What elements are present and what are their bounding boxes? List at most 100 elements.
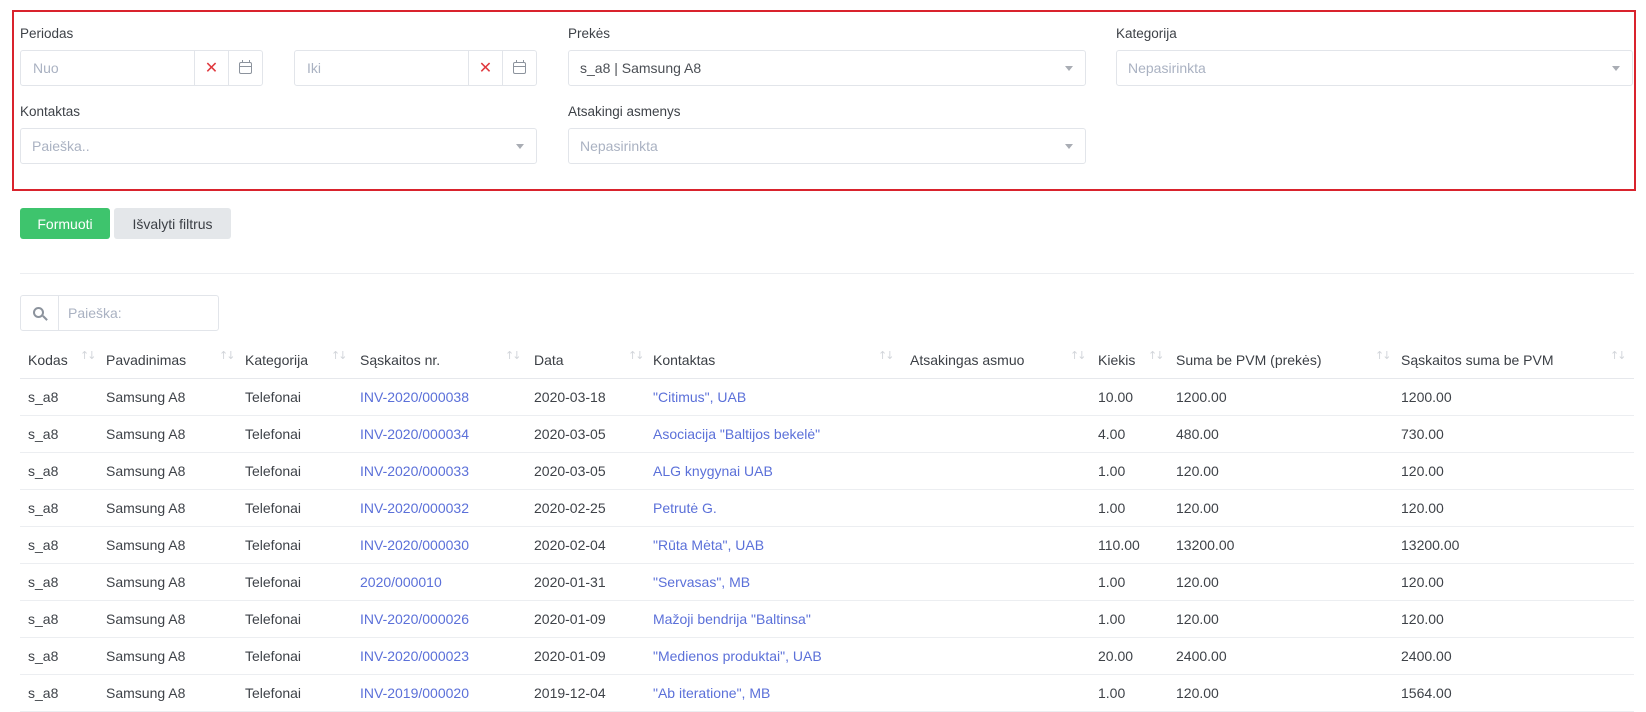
periodas-label: Periodas: [20, 26, 74, 41]
cell-kodas: s_a8: [28, 574, 59, 590]
cell-kodas: s_a8: [28, 648, 59, 664]
cell-saskaitos-nr-link[interactable]: INV-2020/000034: [360, 426, 469, 442]
cell-kontaktas-link[interactable]: "Medienos produktai", UAB: [653, 648, 822, 664]
chevron-down-icon: [1065, 143, 1073, 149]
sort-icon[interactable]: ↑↓: [505, 349, 522, 362]
cell-kategorija: Telefonai: [245, 648, 302, 664]
results-table: Kodas ↑↓ Pavadinimas ↑↓ Kategorija ↑↓ Sąskaito…: [20, 342, 1634, 712]
header-col-atsakingas[interactable]: Atsakingas asmuo: [910, 352, 1024, 368]
cell-saskaitos-suma: 120.00: [1401, 611, 1444, 627]
cell-kontaktas-link[interactable]: Mažoji bendrija "Baltinsa": [653, 611, 811, 627]
cell-kontaktas-link[interactable]: Petrutė G.: [653, 500, 717, 516]
generate-button[interactable]: Formuoti: [20, 208, 110, 239]
sort-icon[interactable]: ↑↓: [1610, 349, 1627, 362]
search-icon: [33, 306, 44, 318]
header-col-data[interactable]: Data: [534, 352, 564, 368]
table-body: s_a8 Samsung A8 Telefonai INV-2020/000038 20…: [20, 379, 1634, 712]
cell-saskaitos-nr-link[interactable]: INV-2020/000030: [360, 537, 469, 553]
cell-pavadinimas: Samsung A8: [106, 500, 186, 516]
cell-kiekis: 1.00: [1098, 500, 1126, 516]
date-to-field[interactable]: Iki ✕: [294, 50, 537, 86]
header-col-kategorija[interactable]: Kategorija: [245, 352, 308, 368]
header-col-saskaitos-nr[interactable]: Sąskaitos nr.: [360, 352, 440, 368]
chevron-down-icon: [516, 143, 524, 149]
header-col-kodas[interactable]: Kodas: [28, 352, 68, 368]
calendar-to-button[interactable]: [502, 51, 536, 85]
cell-pavadinimas: Samsung A8: [106, 611, 186, 627]
kontaktas-select[interactable]: Paieška..: [20, 128, 537, 164]
date-to-input[interactable]: Iki: [295, 60, 468, 76]
sort-icon[interactable]: ↑↓: [1148, 349, 1165, 362]
date-from-input[interactable]: Nuo: [21, 60, 194, 76]
cell-pavadinimas: Samsung A8: [106, 648, 186, 664]
cell-kodas: s_a8: [28, 426, 59, 442]
cell-kontaktas-link[interactable]: "Servasas", MB: [653, 574, 750, 590]
header-col-kiekis[interactable]: Kiekis: [1098, 352, 1135, 368]
kategorija-placeholder: Nepasirinkta: [1128, 60, 1206, 76]
cell-kodas: s_a8: [28, 500, 59, 516]
kategorija-select[interactable]: Nepasirinkta: [1116, 50, 1633, 86]
chevron-down-icon: [1065, 65, 1073, 71]
cell-kiekis: 110.00: [1098, 537, 1140, 553]
cell-data: 2019-12-04: [534, 685, 606, 701]
sort-icon[interactable]: ↑↓: [628, 349, 645, 362]
atsakingi-select[interactable]: Nepasirinkta: [568, 128, 1086, 164]
cell-suma-prekes: 120.00: [1176, 463, 1219, 479]
header-col-saskaitos-suma[interactable]: Sąskaitos suma be PVM: [1401, 352, 1554, 368]
kategorija-label: Kategorija: [1116, 26, 1177, 41]
cell-data: 2020-01-09: [534, 611, 606, 627]
cell-kontaktas-link[interactable]: "Ab iteratione", MB: [653, 685, 770, 701]
cell-kategorija: Telefonai: [245, 463, 302, 479]
search-input[interactable]: Paieška:: [59, 305, 122, 321]
cell-kontaktas-link[interactable]: "Citimus", UAB: [653, 389, 746, 405]
sort-icon[interactable]: ↑↓: [1070, 349, 1087, 362]
cell-suma-prekes: 480.00: [1176, 426, 1219, 442]
atsakingi-placeholder: Nepasirinkta: [580, 138, 658, 154]
cell-suma-prekes: 120.00: [1176, 611, 1219, 627]
table-row: s_a8 Samsung A8 Telefonai INV-2020/000033 20…: [20, 453, 1634, 490]
cell-saskaitos-suma: 730.00: [1401, 426, 1444, 442]
cell-suma-prekes: 120.00: [1176, 685, 1219, 701]
search-icon-box: [21, 296, 59, 330]
clear-date-to-button[interactable]: ✕: [468, 51, 502, 85]
cell-pavadinimas: Samsung A8: [106, 574, 186, 590]
cell-kodas: s_a8: [28, 389, 59, 405]
table-row: s_a8 Samsung A8 Telefonai INV-2020/000038 20…: [20, 379, 1634, 416]
close-icon: ✕: [478, 58, 493, 77]
prekes-select[interactable]: s_a8 | Samsung A8: [568, 50, 1086, 86]
cell-data: 2020-03-05: [534, 463, 606, 479]
cell-saskaitos-suma: 120.00: [1401, 574, 1444, 590]
table-row: s_a8 Samsung A8 Telefonai 2020/000010 2020-0…: [20, 564, 1634, 601]
date-from-field[interactable]: Nuo ✕: [20, 50, 263, 86]
cell-saskaitos-nr-link[interactable]: INV-2020/000038: [360, 389, 469, 405]
prekes-selected-value: s_a8 | Samsung A8: [580, 60, 702, 76]
sort-icon[interactable]: ↑↓: [80, 349, 97, 362]
cell-saskaitos-nr-link[interactable]: INV-2020/000032: [360, 500, 469, 516]
cell-saskaitos-nr-link[interactable]: INV-2019/000020: [360, 685, 469, 701]
sort-icon[interactable]: ↑↓: [331, 349, 348, 362]
cell-data: 2020-01-09: [534, 648, 606, 664]
sort-icon[interactable]: ↑↓: [1375, 349, 1392, 362]
cell-kontaktas-link[interactable]: ALG knygynai UAB: [653, 463, 773, 479]
cell-saskaitos-nr-link[interactable]: INV-2020/000033: [360, 463, 469, 479]
cell-saskaitos-nr-link[interactable]: INV-2020/000023: [360, 648, 469, 664]
header-col-kontaktas[interactable]: Kontaktas: [653, 352, 715, 368]
sort-icon[interactable]: ↑↓: [219, 349, 236, 362]
calendar-from-button[interactable]: [228, 51, 262, 85]
cell-kiekis: 1.00: [1098, 463, 1126, 479]
prekes-label: Prekės: [568, 26, 611, 41]
sort-icon[interactable]: ↑↓: [878, 349, 895, 362]
cell-kontaktas-link[interactable]: "Rūta Mėta", UAB: [653, 537, 764, 553]
cell-saskaitos-suma: 1564.00: [1401, 685, 1452, 701]
clear-filters-button[interactable]: Išvalyti filtrus: [114, 208, 231, 239]
header-col-suma-prekes[interactable]: Suma be PVM (prekės): [1176, 352, 1322, 368]
cell-pavadinimas: Samsung A8: [106, 389, 186, 405]
cell-saskaitos-nr-link[interactable]: 2020/000010: [360, 574, 442, 590]
table-search[interactable]: Paieška:: [20, 295, 219, 331]
cell-data: 2020-03-05: [534, 426, 606, 442]
cell-kontaktas-link[interactable]: Asociacija "Baltijos bekelė": [653, 426, 820, 442]
cell-saskaitos-nr-link[interactable]: INV-2020/000026: [360, 611, 469, 627]
clear-date-from-button[interactable]: ✕: [194, 51, 228, 85]
header-col-pavadinimas[interactable]: Pavadinimas: [106, 352, 186, 368]
cell-data: 2020-02-25: [534, 500, 606, 516]
